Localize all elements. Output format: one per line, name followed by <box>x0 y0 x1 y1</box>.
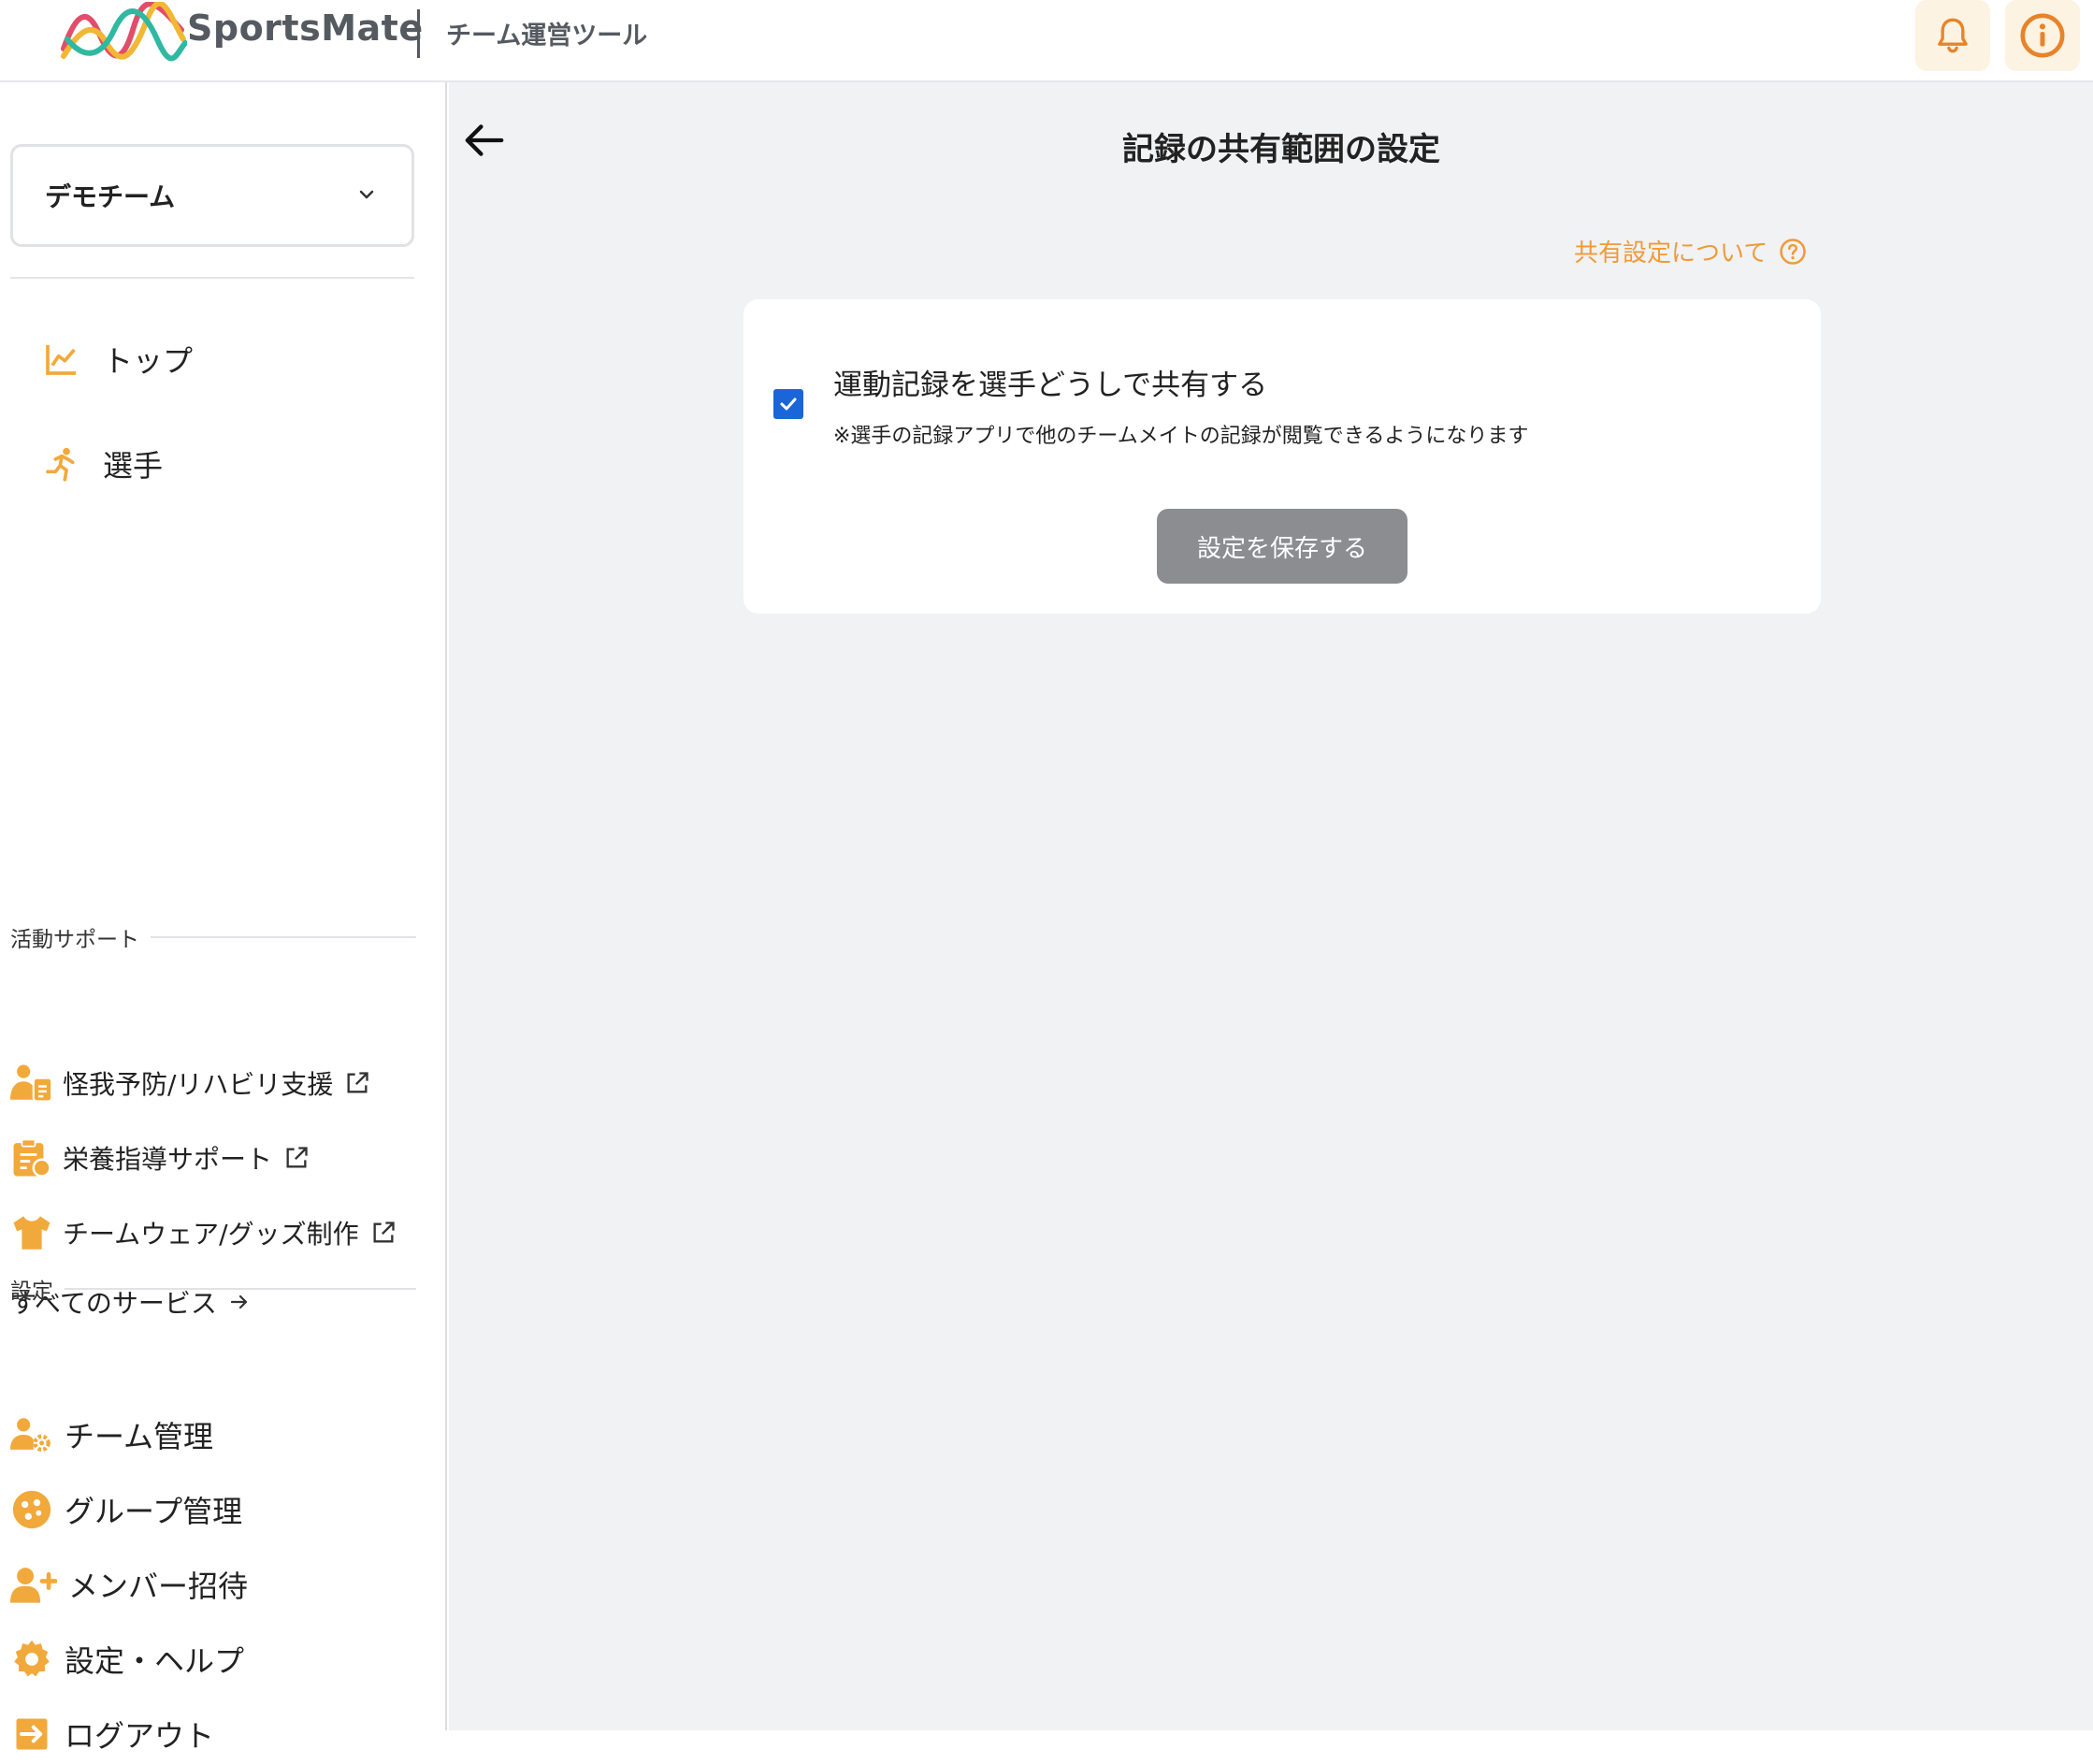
section-settings: 設定 <box>10 1273 416 1305</box>
sidebar-item-label: ログアウト <box>65 1718 215 1754</box>
app-title: チーム運営ツール <box>446 22 648 51</box>
clipboard-icon <box>13 1138 51 1178</box>
sharing-settings-card: 運動記録を選手どうしで共有する ※選手の記録アプリで他のチームメイトの記録が閲覧… <box>743 299 1821 614</box>
help-link-label: 共有設定について <box>1574 239 1768 267</box>
service-nutrition[interactable]: 栄養指導サポート <box>10 1132 310 1184</box>
runner-icon <box>46 447 75 482</box>
section-activity-support: 活動サポート <box>10 921 416 953</box>
chart-line-icon <box>46 345 76 375</box>
section-divider <box>151 936 416 938</box>
share-records-checkbox[interactable] <box>773 389 803 419</box>
header-divider <box>417 9 420 58</box>
info-icon <box>2020 13 2065 58</box>
sidebar-item-label: トップ <box>103 343 194 379</box>
sidebar-item-label: チーム管理 <box>65 1419 214 1454</box>
main-content: 記録の共有範囲の設定 共有設定について 運動記録を選手どうしで共有する ※選手の… <box>449 82 2093 1730</box>
checkmark-icon <box>780 398 797 411</box>
external-link-icon <box>347 1072 369 1093</box>
brand-logo-icon <box>61 2 187 62</box>
sidebar-divider <box>10 277 414 279</box>
sidebar-item-label: 設定・ヘルプ <box>65 1643 245 1679</box>
group-icon <box>12 1490 51 1529</box>
notifications-button[interactable] <box>1915 0 1990 71</box>
sidebar-item-settings-help[interactable]: 設定・ヘルプ <box>10 1629 244 1689</box>
logout-icon <box>16 1718 48 1750</box>
sidebar-item-label: メンバー招待 <box>68 1569 249 1604</box>
sidebar-item-top[interactable]: トップ <box>43 331 193 387</box>
sidebar-item-team-management[interactable]: チーム管理 <box>10 1405 213 1465</box>
external-link-icon <box>286 1147 308 1168</box>
sidebar-item-label: 選手 <box>103 448 164 484</box>
service-label: 怪我予防/リハビリ支援 <box>63 1069 334 1100</box>
sidebar: デモチーム トップ 選手 活動サポート 怪我予防/リハビリ支援 栄養指導サポート… <box>0 82 447 1754</box>
external-link-icon <box>373 1222 395 1243</box>
gear-icon <box>14 1640 50 1677</box>
sidebar-item-label: グループ管理 <box>65 1494 243 1529</box>
sidebar-item-group-management[interactable]: グループ管理 <box>10 1480 242 1540</box>
tshirt-icon <box>13 1216 51 1250</box>
share-option-title: 運動記録を選手どうしで共有する <box>833 369 1268 402</box>
sidebar-item-players[interactable]: 選手 <box>43 436 163 492</box>
sidebar-item-logout[interactable]: ログアウト <box>10 1704 214 1764</box>
team-select[interactable]: デモチーム <box>10 144 414 247</box>
page-title: 記録の共有範囲の設定 <box>1122 131 1440 168</box>
share-option-note: ※選手の記録アプリで他のチームメイトの記録が閲覧できるようになります <box>833 425 1529 448</box>
medical-person-icon <box>10 1064 53 1103</box>
section-divider <box>65 1288 416 1290</box>
service-injury-rehab[interactable]: 怪我予防/リハビリ支援 <box>10 1057 370 1109</box>
chevron-down-icon <box>359 190 374 199</box>
section-label: 活動サポート <box>10 928 139 952</box>
save-settings-button[interactable]: 設定を保存する <box>1157 509 1407 584</box>
sharing-settings-help-link[interactable]: 共有設定について <box>1574 234 1807 268</box>
sidebar-item-invite-members[interactable]: メンバー招待 <box>10 1554 248 1614</box>
brand-name: SportsMate <box>187 7 424 49</box>
info-button[interactable] <box>2005 0 2080 71</box>
service-label: チームウェア/グッズ制作 <box>63 1219 359 1250</box>
service-label: 栄養指導サポート <box>63 1144 273 1175</box>
app-header: SportsMate チーム運営ツール <box>0 0 2093 82</box>
team-select-value: デモチーム <box>45 181 176 212</box>
team-gear-icon <box>10 1418 51 1453</box>
add-user-icon <box>10 1568 57 1603</box>
section-label: 設定 <box>10 1280 53 1304</box>
service-teamwear[interactable]: チームウェア/グッズ制作 <box>10 1207 397 1259</box>
bell-icon <box>1938 18 1968 53</box>
question-circle-icon <box>1780 238 1806 265</box>
